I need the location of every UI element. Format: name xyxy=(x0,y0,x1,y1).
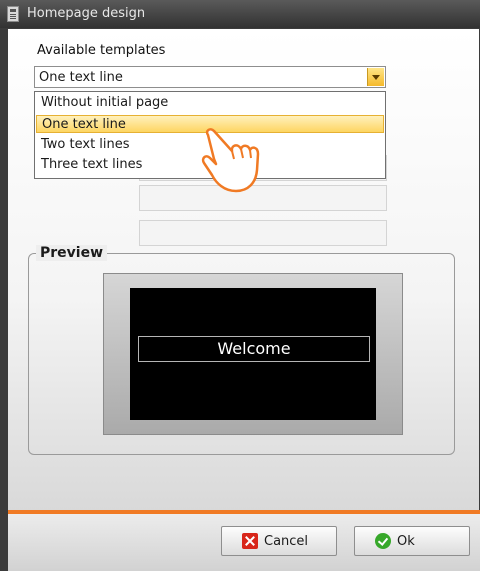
preview-legend: Preview xyxy=(36,245,108,261)
check-icon xyxy=(375,533,391,549)
templates-label: Available templates xyxy=(37,43,166,58)
text-line-3-field[interactable] xyxy=(139,220,387,246)
templates-select[interactable]: One text line xyxy=(34,66,386,88)
preview-welcome-text: Welcome xyxy=(138,336,370,362)
cancel-button-label: Cancel xyxy=(264,534,309,549)
close-icon xyxy=(242,533,258,549)
templates-select-value: One text line xyxy=(39,70,123,85)
window-title: Homepage design xyxy=(27,6,146,21)
ok-button-label: Ok xyxy=(397,534,415,549)
title-bar[interactable]: Homepage design xyxy=(0,0,480,28)
ok-button[interactable]: Ok xyxy=(354,526,470,556)
document-icon xyxy=(7,6,19,22)
hand-pointer-icon xyxy=(201,128,260,193)
option-without-initial-page[interactable]: Without initial page xyxy=(36,94,384,112)
homepage-design-dialog: Homepage design Available templates One … xyxy=(0,0,480,571)
cancel-button[interactable]: Cancel xyxy=(221,526,337,556)
chevron-down-icon[interactable] xyxy=(367,68,384,86)
